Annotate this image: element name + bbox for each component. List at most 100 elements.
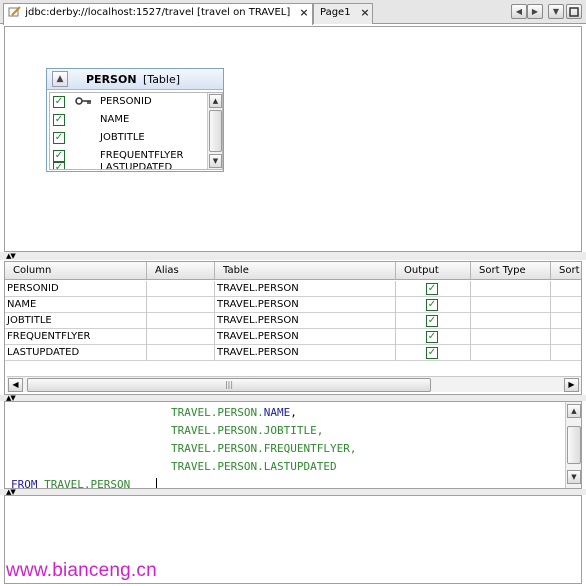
scroll-thumb[interactable]: ||| (27, 378, 431, 392)
scroll-thumb[interactable] (209, 110, 222, 152)
output-checkbox[interactable]: ✓ (426, 315, 438, 327)
sql-suffix: , (349, 442, 357, 455)
cell-table[interactable]: TRAVEL.PERSON (215, 329, 396, 345)
table-row[interactable]: LASTUPDATED TRAVEL.PERSON ✓ (5, 345, 581, 361)
sql-line: TRAVEL.PERSON.JOBTITLE, (171, 422, 323, 440)
output-checkbox[interactable]: ✓ (426, 347, 438, 359)
cell-table[interactable]: TRAVEL.PERSON (215, 281, 396, 297)
chevron-left-icon[interactable]: ◀ (511, 4, 527, 19)
cell-sort[interactable] (551, 313, 581, 329)
cell-column[interactable]: NAME (5, 297, 147, 313)
sql-line: TRAVEL.PERSON.FREQUENTFLYER, (171, 440, 356, 458)
output-checkbox[interactable]: ✓ (426, 299, 438, 311)
sql-line: FROM TRAVEL.PERSON (11, 476, 131, 489)
sql-prefix: TRAVEL.PERSON. (171, 406, 264, 419)
edit-query-icon (8, 6, 22, 18)
column-checkbox[interactable]: ✓ (53, 162, 65, 169)
maximize-icon[interactable] (566, 4, 582, 19)
sql-line: TRAVEL.PERSON.NAME, (171, 404, 297, 422)
table-row[interactable]: JOBTITLE TRAVEL.PERSON ✓ (5, 313, 581, 329)
table-row[interactable]: FREQUENTFLYER TRAVEL.PERSON ✓ (5, 329, 581, 345)
column-header[interactable]: Table (215, 262, 396, 280)
sql-prefix: TRAVEL.PERSON. (171, 424, 264, 437)
vertical-scrollbar[interactable]: ▲ ▼ (565, 402, 581, 488)
column-header[interactable]: Sort (551, 262, 581, 280)
column-header[interactable]: Column (5, 262, 147, 280)
cell-sort-type[interactable] (471, 281, 551, 297)
splitter-arrows-icon[interactable]: ▲▼ (6, 252, 16, 260)
cell-sort[interactable] (551, 329, 581, 345)
close-icon[interactable]: × (299, 7, 309, 19)
table-row[interactable]: PERSONID TRAVEL.PERSON ✓ (5, 281, 581, 297)
scroll-up-icon[interactable]: ▲ (567, 404, 581, 418)
cell-output: ✓ (396, 281, 471, 297)
column-header[interactable]: Output (396, 262, 471, 280)
scroll-left-icon[interactable]: ◀ (8, 378, 23, 392)
cell-sort-type[interactable] (471, 329, 551, 345)
cell-sort[interactable] (551, 345, 581, 361)
scroll-down-icon[interactable]: ▼ (567, 470, 581, 484)
pane-splitter[interactable]: ▲▼ (0, 252, 586, 260)
sql-editor[interactable]: TRAVEL.PERSON.NAME, TRAVEL.PERSON.JOBTIT… (4, 401, 582, 489)
cell-sort[interactable] (551, 297, 581, 313)
column-header[interactable]: Alias (147, 262, 215, 280)
cell-table[interactable]: TRAVEL.PERSON (215, 345, 396, 361)
sql-prefix: TRAVEL.PERSON. (171, 442, 264, 455)
column-name: JOBTITLE (100, 132, 145, 143)
column-header[interactable]: Sort Type (471, 262, 551, 280)
table-node-kind: [Table] (143, 73, 181, 86)
sql-line: TRAVEL.PERSON.LASTUPDATED (171, 458, 337, 476)
cell-column[interactable]: FREQUENTFLYER (5, 329, 147, 345)
cell-alias[interactable] (147, 329, 215, 345)
editor-tab-bar: jdbc:derby://localhost:1527/travel [trav… (0, 0, 586, 25)
cell-table[interactable]: TRAVEL.PERSON (215, 313, 396, 329)
output-checkbox[interactable]: ✓ (426, 283, 438, 295)
chevron-right-icon[interactable]: ▶ (527, 4, 543, 19)
text-caret (156, 478, 157, 488)
scroll-down-icon[interactable]: ▼ (209, 154, 222, 168)
cell-sort-type[interactable] (471, 345, 551, 361)
scroll-thumb[interactable] (567, 426, 581, 464)
list-item[interactable]: ✓ NAME (50, 111, 222, 129)
query-diagram-pane[interactable]: ▲ PERSON [Table] ✓ PERSONID ✓ NAME ✓ JOB… (4, 26, 582, 252)
tab-query-editor-label: jdbc:derby://localhost:1527/travel [trav… (25, 7, 291, 18)
cell-alias[interactable] (147, 297, 215, 313)
dropdown-icon[interactable]: ▼ (548, 4, 564, 19)
collapse-icon[interactable]: ▲ (52, 71, 68, 87)
cell-column[interactable]: PERSONID (5, 281, 147, 297)
cell-alias[interactable] (147, 313, 215, 329)
horizontal-scrollbar[interactable]: ◀ ||| ▶ (7, 376, 581, 392)
list-item[interactable]: ✓ JOBTITLE (50, 129, 222, 147)
table-row[interactable]: NAME TRAVEL.PERSON ✓ (5, 297, 581, 313)
column-checkbox[interactable]: ✓ (53, 114, 65, 126)
cell-sort-type[interactable] (471, 297, 551, 313)
cell-output: ✓ (396, 329, 471, 345)
cell-sort-type[interactable] (471, 313, 551, 329)
sql-suffix: , (316, 424, 324, 437)
cell-alias[interactable] (147, 345, 215, 361)
cell-alias[interactable] (147, 281, 215, 297)
cell-column[interactable]: LASTUPDATED (5, 345, 147, 361)
table-node-header[interactable]: ▲ PERSON [Table] (47, 69, 223, 90)
tab-page1[interactable]: Page1 × (313, 3, 373, 24)
person-table-node[interactable]: ▲ PERSON [Table] ✓ PERSONID ✓ NAME ✓ JOB… (46, 68, 224, 172)
sql-field: FREQUENTFLYER (263, 442, 350, 455)
list-item[interactable]: ✓ PERSONID (50, 93, 222, 111)
cell-table[interactable]: TRAVEL.PERSON (215, 297, 396, 313)
sql-field: NAME (263, 406, 291, 419)
cell-column[interactable]: JOBTITLE (5, 313, 147, 329)
sql-field: JOBTITLE (263, 424, 317, 437)
vertical-scrollbar[interactable]: ▲ ▼ (207, 93, 222, 169)
output-checkbox[interactable]: ✓ (426, 331, 438, 343)
close-icon[interactable]: × (360, 7, 370, 19)
tab-query-editor[interactable]: jdbc:derby://localhost:1527/travel [trav… (3, 3, 313, 25)
list-item[interactable]: ✓ LASTUPDATED (50, 159, 222, 169)
sql-table: TRAVEL.PERSON (44, 478, 131, 489)
column-checkbox[interactable]: ✓ (53, 96, 65, 108)
scroll-up-icon[interactable]: ▲ (209, 94, 222, 108)
scroll-right-icon[interactable]: ▶ (564, 378, 579, 392)
column-checkbox[interactable]: ✓ (53, 132, 65, 144)
cell-sort[interactable] (551, 281, 581, 297)
cell-output: ✓ (396, 345, 471, 361)
grid-header: Column Alias Table Output Sort Type Sort (5, 262, 581, 280)
